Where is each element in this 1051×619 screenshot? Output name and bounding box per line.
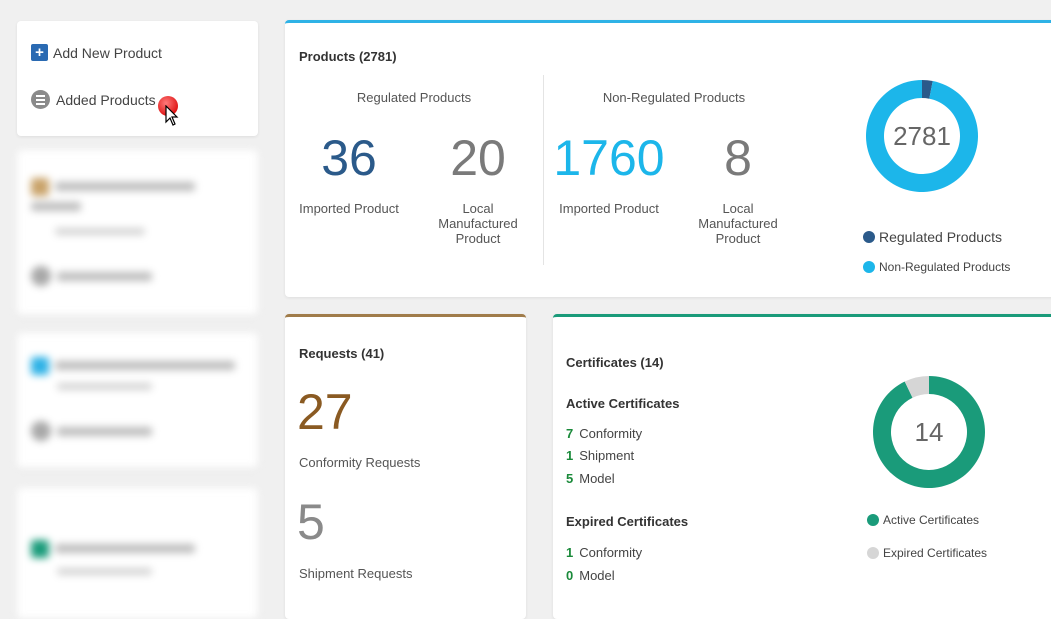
blurred-icon	[31, 540, 49, 558]
non-regulated-imported-value: 1760	[553, 130, 665, 186]
active-certificate-row: 1 Shipment	[566, 448, 635, 463]
shipment-requests-label: Shipment Requests	[299, 566, 413, 581]
certificates-donut-center-label: 14	[915, 417, 944, 447]
added-products-link[interactable]: Added Products	[31, 90, 156, 109]
legend-dot-icon	[863, 261, 875, 273]
regulated-imported-value: 36	[321, 130, 377, 186]
active-certificate-row: 5 Model	[566, 471, 615, 486]
expired-certificate-row: 1 Conformity	[566, 545, 643, 560]
certificates-card: Certificates (14) Active Certificates 7C…	[553, 314, 1051, 619]
regulated-local-value: 20	[450, 130, 506, 186]
section-divider	[543, 75, 544, 265]
legend-dot-icon	[867, 547, 879, 559]
requests-card: Requests (41) 27 Conformity Requests 5 S…	[285, 314, 526, 619]
legend-expired-certificates: Expired Certificates	[867, 546, 987, 560]
conformity-requests-value: 27	[297, 384, 353, 440]
certificates-title: Certificates (14)	[566, 355, 664, 370]
shipment-requests-value: 5	[297, 494, 325, 550]
blurred-icon	[31, 421, 51, 441]
plus-icon: +	[31, 44, 48, 61]
regulated-imported-label: Imported Product	[299, 201, 399, 216]
requests-title: Requests (41)	[299, 346, 385, 361]
non-regulated-local-value: 8	[724, 130, 752, 186]
products-donut-chart: 2781	[866, 80, 978, 192]
non-regulated-local-label: Local Manufactured Product	[698, 201, 778, 246]
legend-dot-icon	[863, 231, 875, 243]
blurred-sidebar-card-3	[17, 488, 258, 619]
added-products-label: Added Products	[56, 91, 156, 108]
add-new-product-link[interactable]: + Add New Product	[31, 44, 162, 61]
expired-certificate-row: 0 Model	[566, 568, 615, 583]
non-regulated-imported-label: Imported Product	[559, 201, 659, 216]
regulated-products-heading: Regulated Products	[356, 90, 472, 105]
blurred-sidebar-card-1	[17, 150, 258, 315]
blurred-icon	[31, 357, 49, 375]
legend-active-certificates: Active Certificates	[867, 513, 979, 527]
legend-non-regulated-products: Non-Regulated Products	[863, 260, 1010, 274]
active-certificate-row: 7 Conformity	[566, 426, 643, 441]
non-regulated-products-heading: Non-Regulated Products	[602, 90, 746, 105]
list-icon	[31, 90, 50, 109]
products-donut-center-label: 2781	[893, 121, 951, 151]
sidebar-menu-card: + Add New Product Added Products	[17, 21, 258, 136]
blurred-icon	[31, 178, 49, 196]
mouse-pointer-icon	[165, 105, 179, 126]
blurred-icon	[31, 266, 51, 286]
products-card: Products (2781) Regulated Products 36 Im…	[285, 20, 1051, 297]
certificates-donut-chart: 14	[873, 376, 985, 488]
regulated-local-label: Local Manufactured Product	[438, 201, 518, 246]
add-new-product-label: Add New Product	[53, 44, 162, 61]
products-title: Products (2781)	[299, 49, 397, 64]
legend-dot-icon	[867, 514, 879, 526]
conformity-requests-label: Conformity Requests	[299, 455, 421, 470]
blurred-sidebar-card-2	[17, 333, 258, 468]
legend-regulated-products: Regulated Products	[863, 229, 1002, 245]
active-certificates-heading: Active Certificates	[566, 396, 680, 411]
expired-certificates-heading: Expired Certificates	[566, 514, 689, 529]
